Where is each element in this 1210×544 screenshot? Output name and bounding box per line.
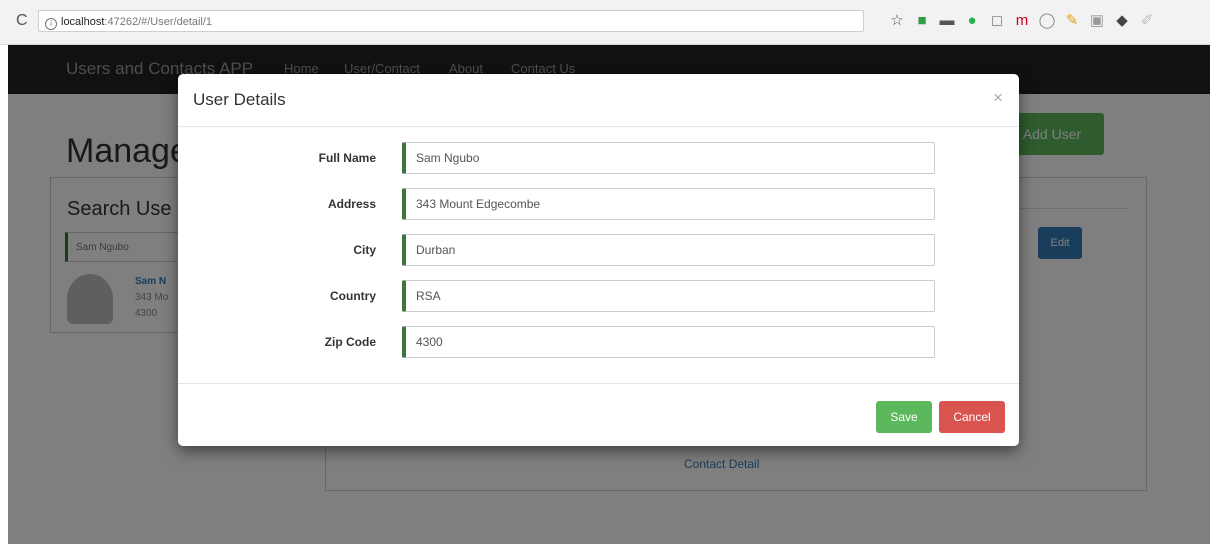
user-details-modal: User Details × Full Name Sam Ngubo Addre… bbox=[178, 74, 1019, 446]
pen-icon[interactable]: ✎ bbox=[1061, 10, 1083, 32]
country-label: Country bbox=[330, 289, 376, 303]
form-row-city: City Durban bbox=[178, 234, 1019, 268]
extension-icon-5[interactable]: ▣ bbox=[1086, 10, 1108, 32]
close-icon[interactable]: × bbox=[993, 88, 1003, 108]
browser-toolbar: C i localhost:47262/#/User/detail/1 ☆ ■ ▬ ● ◻… bbox=[0, 0, 1210, 45]
info-icon[interactable]: i bbox=[45, 18, 57, 30]
extension-icon-3[interactable]: ◻ bbox=[986, 10, 1008, 32]
address-label: Address bbox=[327, 197, 376, 211]
form-row-address: Address 343 Mount Edgecombe bbox=[178, 188, 1019, 222]
extension-icon-1[interactable]: ■ bbox=[911, 10, 933, 32]
check-icon[interactable]: ● bbox=[961, 10, 983, 32]
m-icon[interactable]: m bbox=[1011, 10, 1033, 32]
zip-code-label: Zip Code bbox=[324, 335, 376, 349]
extension-icon-4[interactable]: ◯ bbox=[1036, 10, 1058, 32]
full-name-field[interactable]: Sam Ngubo bbox=[402, 142, 935, 174]
full-name-label: Full Name bbox=[318, 151, 376, 165]
url-host: localhost bbox=[61, 16, 105, 28]
reload-icon[interactable]: C bbox=[16, 12, 28, 30]
url-path: :47262/#/User/detail/1 bbox=[104, 16, 213, 28]
country-field[interactable]: RSA bbox=[402, 280, 935, 312]
city-label: City bbox=[353, 243, 376, 257]
form-row-full-name: Full Name Sam Ngubo bbox=[178, 142, 1019, 176]
modal-footer: Save Cancel bbox=[178, 383, 1019, 447]
address-bar[interactable]: i localhost:47262/#/User/detail/1 bbox=[38, 10, 864, 32]
form-row-zip-code: Zip Code 4300 bbox=[178, 326, 1019, 360]
form-row-country: Country RSA bbox=[178, 280, 1019, 314]
modal-header: User Details × bbox=[178, 74, 1019, 127]
extension-icon-2[interactable]: ▬ bbox=[936, 10, 958, 32]
address-field[interactable]: 343 Mount Edgecombe bbox=[402, 188, 935, 220]
extension-icon-6[interactable]: ◆ bbox=[1111, 10, 1133, 32]
city-field[interactable]: Durban bbox=[402, 234, 935, 266]
zip-code-field[interactable]: 4300 bbox=[402, 326, 935, 358]
star-icon[interactable]: ☆ bbox=[886, 10, 908, 32]
extension-icon-7[interactable]: ✐ bbox=[1136, 10, 1158, 32]
cancel-button[interactable]: Cancel bbox=[939, 401, 1005, 433]
modal-title: User Details bbox=[193, 90, 286, 109]
save-button[interactable]: Save bbox=[876, 401, 932, 433]
